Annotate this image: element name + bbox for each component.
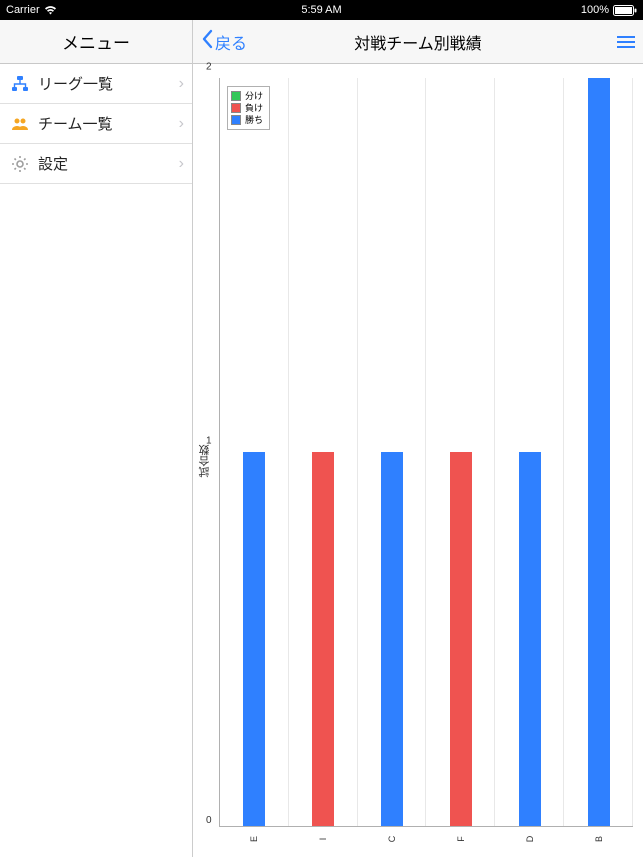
status-time: 5:59 AM — [301, 4, 341, 16]
sidebar: メニュー リーグ一覧 › チーム一覧 › 設定 › — [0, 20, 193, 857]
carrier-label: Carrier — [6, 4, 40, 16]
y-tick: 2 — [206, 62, 212, 73]
x-tick: B — [594, 836, 604, 842]
legend-label: 負け — [245, 102, 263, 114]
gear-icon — [10, 154, 30, 174]
legend-row: 勝ち — [231, 114, 263, 126]
x-tick: D — [525, 836, 535, 843]
main-header: 戻る 対戦チーム別戦績 — [193, 20, 643, 64]
bar-segment — [450, 452, 472, 826]
y-tick: 1 — [206, 436, 212, 447]
sidebar-item-teams[interactable]: チーム一覧 › — [0, 104, 192, 144]
battery-icon — [613, 5, 637, 16]
gridline — [632, 78, 633, 826]
legend-row: 負け — [231, 102, 263, 114]
sitemap-icon — [10, 74, 30, 94]
chevron-right-icon: › — [179, 75, 184, 93]
bar-group: F — [426, 78, 495, 826]
back-label: 戻る — [215, 30, 247, 54]
chevron-right-icon: › — [179, 155, 184, 173]
people-icon — [10, 114, 30, 134]
legend-swatch — [231, 103, 241, 113]
sidebar-title: メニュー — [0, 20, 192, 64]
legend-row: 分け — [231, 90, 263, 102]
sidebar-item-label: リーグ一覧 — [38, 73, 113, 94]
status-bar: Carrier 5:59 AM 100% — [0, 0, 643, 20]
sidebar-item-label: チーム一覧 — [38, 113, 113, 134]
bar-segment — [381, 452, 403, 826]
bar-segment — [243, 452, 265, 826]
bar-group: D — [495, 78, 564, 826]
sidebar-item-settings[interactable]: 設定 › — [0, 144, 192, 184]
bar-group: I — [289, 78, 358, 826]
legend-swatch — [231, 115, 241, 125]
legend-swatch — [231, 91, 241, 101]
x-tick: E — [249, 836, 259, 842]
x-tick: F — [456, 836, 466, 842]
sidebar-item-leagues[interactable]: リーグ一覧 › — [0, 64, 192, 104]
legend-label: 分け — [245, 90, 263, 102]
chart-axes: EICFDB 012 — [219, 78, 633, 827]
bar-segment — [588, 78, 610, 826]
chevron-right-icon: › — [179, 115, 184, 133]
bar-segment — [519, 452, 541, 826]
legend-label: 勝ち — [245, 114, 263, 126]
bar-group: C — [358, 78, 427, 826]
sidebar-item-label: 設定 — [38, 153, 68, 174]
bar-group: B — [564, 78, 633, 826]
x-tick: C — [387, 836, 397, 843]
y-tick: 0 — [206, 815, 212, 826]
bar-group: E — [220, 78, 289, 826]
battery-pct: 100% — [581, 4, 609, 16]
x-tick: I — [318, 838, 328, 841]
main-panel: 戻る 対戦チーム別戦績 試合数 分け負け勝ち EICFDB 012 — [193, 20, 643, 857]
chart-legend: 分け負け勝ち — [227, 86, 270, 130]
wifi-icon — [44, 5, 57, 15]
back-button[interactable]: 戻る — [193, 29, 255, 54]
page-title: 対戦チーム別戦績 — [354, 30, 482, 54]
chart: 試合数 分け負け勝ち EICFDB 012 — [193, 64, 643, 857]
bar-segment — [312, 452, 334, 826]
hamburger-icon[interactable] — [617, 36, 635, 48]
chevron-left-icon — [201, 29, 213, 54]
y-axis-label: 試合数 — [197, 444, 213, 477]
